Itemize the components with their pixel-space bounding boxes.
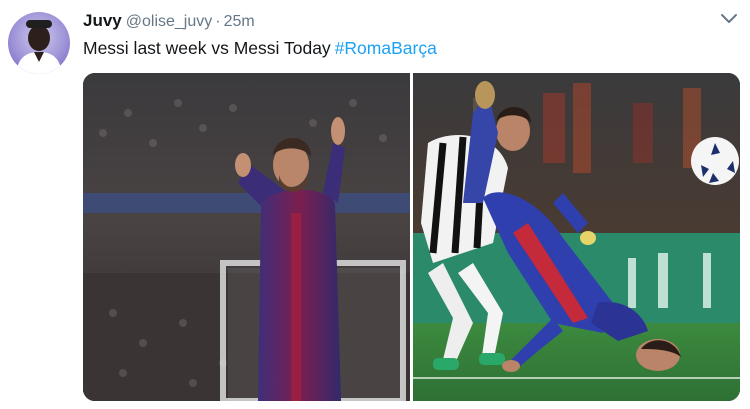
media-image-left[interactable] (83, 73, 410, 401)
avatar[interactable] (8, 12, 70, 74)
tweet-media[interactable] (83, 73, 740, 401)
author-handle[interactable]: @olise_juvy (126, 13, 213, 30)
media-image-right[interactable] (413, 73, 740, 401)
tweet-card[interactable]: Juvy @olise_juvy · 25m Messi last week vs M… (0, 0, 750, 409)
player-falling-image (413, 73, 740, 401)
author-name[interactable]: Juvy (83, 11, 122, 30)
avatar-image (16, 20, 62, 74)
hashtag-link[interactable]: #RomaBarça (335, 38, 437, 58)
player-celebrating-image (83, 73, 410, 401)
tweet-text: Messi last week vs Messi Today #RomaBarça (83, 37, 437, 59)
separator-dot: · (215, 13, 221, 30)
tweet-menu-button[interactable] (720, 12, 738, 26)
timestamp[interactable]: 25m (224, 13, 255, 30)
chevron-down-icon (721, 14, 737, 23)
tweet-body: Messi last week vs Messi Today (83, 38, 331, 58)
tweet-header: Juvy @olise_juvy · 25m (83, 11, 255, 32)
